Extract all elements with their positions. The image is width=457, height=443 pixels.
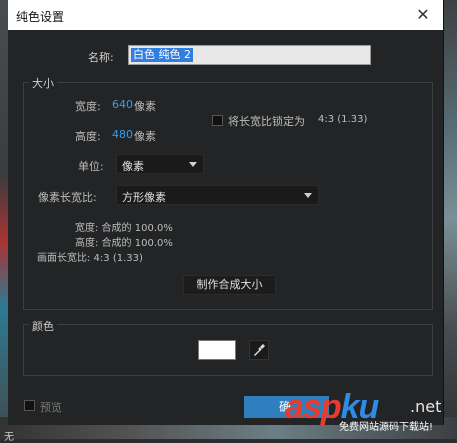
watermark-suffix: .net	[410, 397, 442, 416]
width-unit: 像素	[134, 100, 156, 113]
unit-dropdown-value: 像素	[122, 160, 144, 173]
width-label: 宽度:	[75, 100, 101, 113]
height-label: 高度:	[75, 130, 101, 143]
eyedropper-icon[interactable]	[249, 340, 269, 360]
unit-dropdown[interactable]: 像素	[116, 154, 204, 174]
color-group-label: 颜色	[29, 318, 57, 334]
solid-settings-dialog: 纯色设置 ✕ 名称: 白色 纯色 2 大小 宽度: 640 像素 高度: 480…	[8, 0, 444, 425]
chevron-down-icon	[189, 162, 197, 167]
pixel-aspect-dropdown[interactable]: 方形像素	[116, 185, 319, 205]
chevron-down-icon	[304, 193, 312, 198]
info-height: 高度: 合成的 100.0%	[75, 238, 173, 249]
bottom-left-text: 无	[4, 432, 14, 443]
name-label: 名称:	[88, 51, 114, 64]
lock-aspect-value: 4:3 (1.33)	[318, 114, 368, 125]
width-value[interactable]: 640	[112, 98, 133, 111]
info-frame-aspect: 画面长宽比: 4:3 (1.33)	[37, 253, 143, 264]
close-icon[interactable]: ✕	[413, 5, 433, 25]
info-width: 宽度: 合成的 100.0%	[75, 223, 173, 234]
unit-label: 单位:	[78, 160, 104, 173]
watermark-subtitle: 免费网站源码下载站!	[339, 422, 434, 433]
name-input[interactable]: 白色 纯色 2	[128, 45, 371, 65]
dialog-title: 纯色设置	[16, 10, 65, 24]
titlebar: 纯色设置 ✕	[8, 0, 443, 30]
pixel-aspect-dropdown-value: 方形像素	[122, 191, 166, 204]
lock-aspect-label: 将长宽比锁定为	[228, 115, 305, 128]
color-swatch[interactable]	[198, 340, 236, 360]
preview-label: 预览	[40, 401, 62, 414]
height-unit: 像素	[134, 130, 156, 143]
background-right	[443, 0, 457, 439]
preview-checkbox[interactable]	[24, 400, 35, 411]
watermark-text-red: asp	[285, 388, 342, 426]
height-value[interactable]: 480	[112, 128, 133, 141]
background-left	[0, 0, 8, 439]
make-comp-size-button[interactable]: 制作合成大小	[183, 275, 276, 295]
pixel-aspect-label: 像素长宽比:	[38, 191, 97, 204]
size-group-label: 大小	[29, 75, 57, 91]
lock-aspect-checkbox[interactable]	[212, 115, 223, 126]
name-input-value: 白色 纯色 2	[131, 48, 193, 62]
